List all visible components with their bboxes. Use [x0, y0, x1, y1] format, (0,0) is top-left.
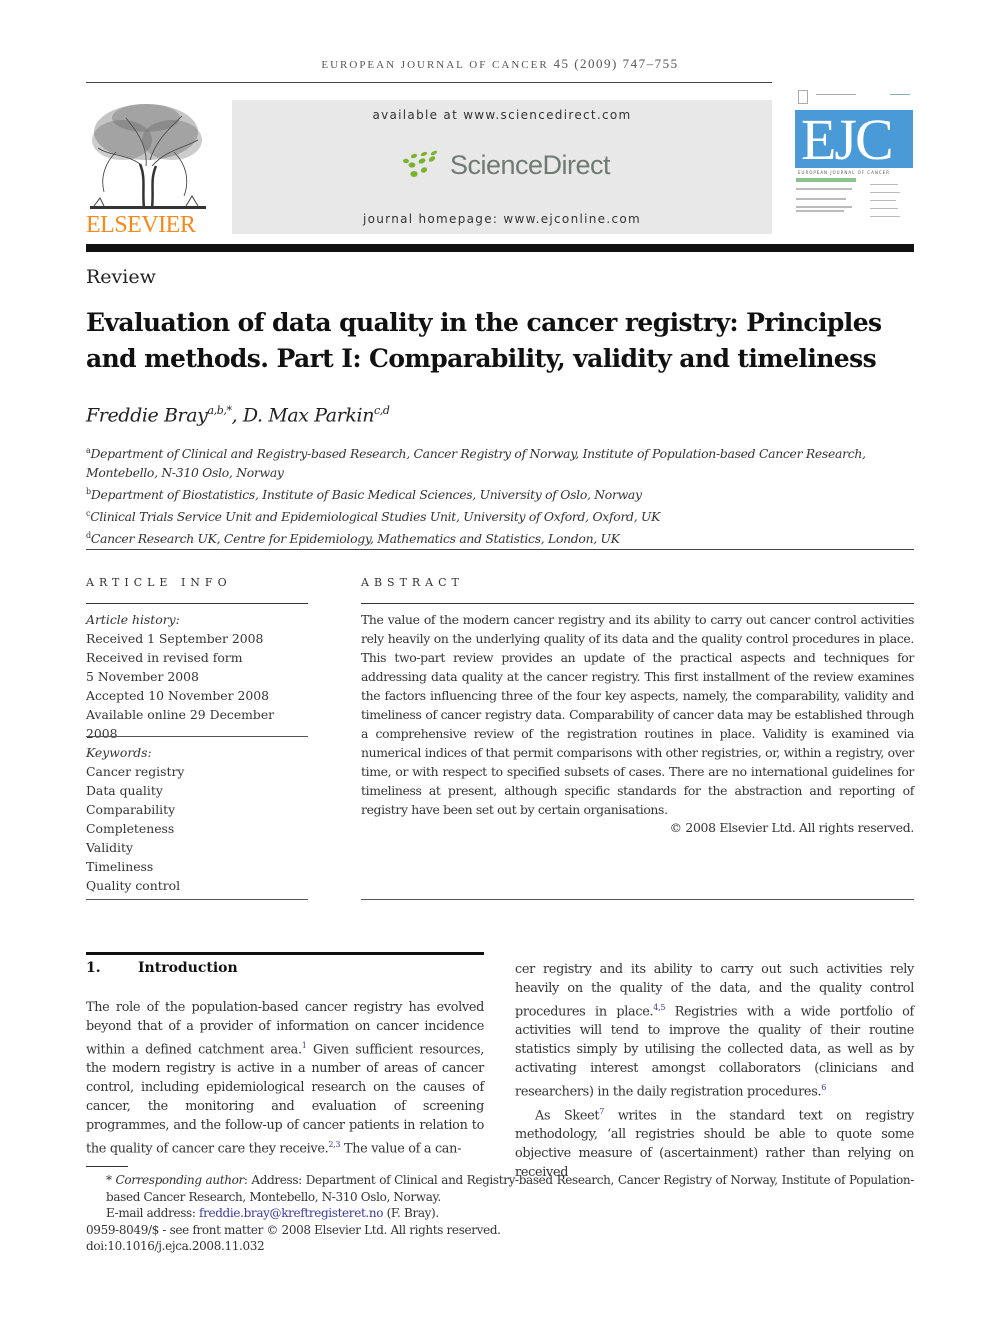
email-suffix: (F. Bray). — [383, 1206, 440, 1221]
article-info-rule — [86, 736, 308, 737]
section-rule — [86, 952, 484, 955]
history-item: Received 1 September 2008 — [86, 631, 264, 646]
header-rule — [86, 82, 772, 83]
article-type: Review — [86, 266, 156, 288]
body-paragraph: cer registry and its ability to carry ou… — [515, 962, 914, 1100]
keyword-item: Data quality — [86, 783, 163, 798]
email-note: E-mail address: freddie.bray@kreftregist… — [86, 1205, 914, 1222]
keyword-item: Timeliness — [86, 859, 154, 874]
affiliation-item: aDepartment of Clinical and Registry-bas… — [86, 441, 916, 482]
cover-line — [870, 216, 900, 217]
author-affil-marks[interactable]: c,d — [374, 404, 390, 417]
affiliation-item: bDepartment of Biostatistics, Institute … — [86, 482, 916, 504]
abstract-heading: ABSTRACT — [361, 576, 464, 589]
cover-title: EJC — [801, 107, 894, 172]
author-name[interactable]: D. Max Parkin — [243, 404, 375, 426]
cover-line — [870, 192, 900, 193]
elsevier-wordmark: ELSEVIER — [86, 212, 196, 238]
corresponding-label: Corresponding author — [115, 1173, 245, 1187]
affiliation-item: dCancer Research UK, Centre for Epidemio… — [86, 526, 916, 548]
email-link[interactable]: freddie.bray@kreftregisteret.no — [199, 1206, 383, 1220]
body-paragraph: As Skeet7 writes in the standard text on… — [515, 1106, 914, 1180]
reference-link[interactable]: 7 — [599, 1107, 604, 1116]
journal-cover-thumbnail: EJC EUROPEAN JOURNAL OF CANCER — [790, 86, 914, 238]
keyword-item: Validity — [86, 840, 133, 855]
affiliation-text: Department of Clinical and Registry-base… — [86, 446, 866, 481]
footnotes: * Corresponding author: Address: Departm… — [86, 1172, 914, 1255]
history-item: Received in revised form — [86, 650, 243, 665]
history-item: Accepted 10 November 2008 — [86, 688, 270, 703]
cover-line — [796, 210, 844, 212]
cover-subtitle: EUROPEAN JOURNAL OF CANCER — [798, 170, 890, 175]
cover-line — [796, 206, 852, 208]
affiliation-text: Department of Biostatistics, Institute o… — [90, 487, 642, 503]
author-separator: , — [231, 404, 243, 427]
sciencedirect-logo[interactable]: ScienceDirect — [400, 146, 611, 186]
cover-volume-line — [816, 94, 856, 95]
section-divider — [86, 549, 914, 550]
email-label: E-mail address: — [106, 1206, 199, 1221]
author-name[interactable]: Freddie Bray — [86, 404, 208, 426]
author-list: Freddie Braya,b,*, D. Max Parkinc,d — [86, 404, 390, 426]
abstract-rule — [361, 603, 914, 604]
available-at-link[interactable]: available at www.sciencedirect.com — [232, 108, 772, 122]
reference-link[interactable]: 2,3 — [328, 1140, 340, 1149]
sciencedirect-banner: available at www.sciencedirect.com Scien… — [232, 100, 772, 234]
header-thick-rule — [86, 244, 914, 252]
issn-line: 0959-8049/$ - see front matter © 2008 El… — [86, 1222, 501, 1237]
abstract-copyright: © 2008 Elsevier Ltd. All rights reserved… — [669, 820, 915, 835]
sciencedirect-wordmark: ScienceDirect — [450, 150, 611, 180]
cover-line — [796, 188, 852, 190]
cover-line — [796, 198, 846, 200]
article-history-label: Article history: — [86, 612, 180, 627]
doi-line[interactable]: doi:10.1016/j.ejca.2008.11.032 — [86, 1238, 914, 1255]
abstract-rule — [361, 899, 914, 900]
section-number: 1. — [86, 960, 101, 976]
footnote-star: * — [106, 1173, 112, 1187]
journal-name: EUROPEAN JOURNAL OF CANCER — [321, 59, 549, 71]
footnote-rule — [86, 1166, 128, 1167]
keyword-item: Comparability — [86, 802, 176, 817]
affiliation-text: Cancer Research UK, Centre for Epidemiol… — [90, 531, 620, 547]
journal-homepage-link[interactable]: journal homepage: www.ejconline.com — [232, 212, 772, 226]
journal-citation: 45 (2009) 747–755 — [553, 56, 679, 71]
article-info-heading: ARTICLE INFO — [86, 576, 232, 589]
article-title: Evaluation of data quality in the cancer… — [86, 308, 882, 373]
body-column-right: cer registry and its ability to carry ou… — [515, 960, 914, 1182]
abstract-text: The value of the modern cancer registry … — [361, 612, 914, 817]
cover-url-line — [890, 94, 910, 95]
affiliation-list: aDepartment of Clinical and Registry-bas… — [86, 441, 916, 549]
keyword-item: Completeness — [86, 821, 175, 836]
reference-link[interactable]: 4,5 — [653, 1003, 665, 1012]
cover-line — [870, 208, 898, 209]
keywords: Keywords: Cancer registry Data quality C… — [86, 743, 308, 895]
cover-elsevier-mini-logo — [798, 90, 808, 104]
section-heading: 1. Introduction — [86, 960, 238, 976]
cover-line — [870, 200, 896, 201]
affiliation-text: Clinical Trials Service Unit and Epidemi… — [90, 509, 661, 525]
article-info-rule — [86, 899, 308, 900]
sciencedirect-dots-icon — [403, 150, 438, 177]
reference-link[interactable]: 6 — [821, 1083, 826, 1092]
corresponding-author-note: * Corresponding author: Address: Departm… — [86, 1172, 914, 1205]
cover-green-bar — [796, 178, 856, 182]
section-title: Introduction — [138, 960, 238, 976]
article-history: Article history: Received 1 September 20… — [86, 610, 308, 743]
keywords-label: Keywords: — [86, 745, 152, 760]
affiliation-item: cClinical Trials Service Unit and Epidem… — [86, 504, 916, 526]
keyword-item: Cancer registry — [86, 764, 185, 779]
cover-line — [870, 184, 898, 185]
body-column-left: The role of the population-based cancer … — [86, 1000, 485, 1157]
cover-title-block: EJC — [795, 107, 913, 172]
author-affil-marks[interactable]: a,b,* — [208, 404, 232, 417]
reference-link[interactable]: 1 — [302, 1041, 307, 1050]
keyword-item: Quality control — [86, 878, 181, 893]
article-info-rule — [86, 603, 308, 604]
history-item: Available online 29 December 2008 — [86, 707, 275, 741]
running-header: EUROPEAN JOURNAL OF CANCER 45 (2009) 747… — [86, 56, 914, 72]
history-item: 5 November 2008 — [86, 669, 199, 684]
